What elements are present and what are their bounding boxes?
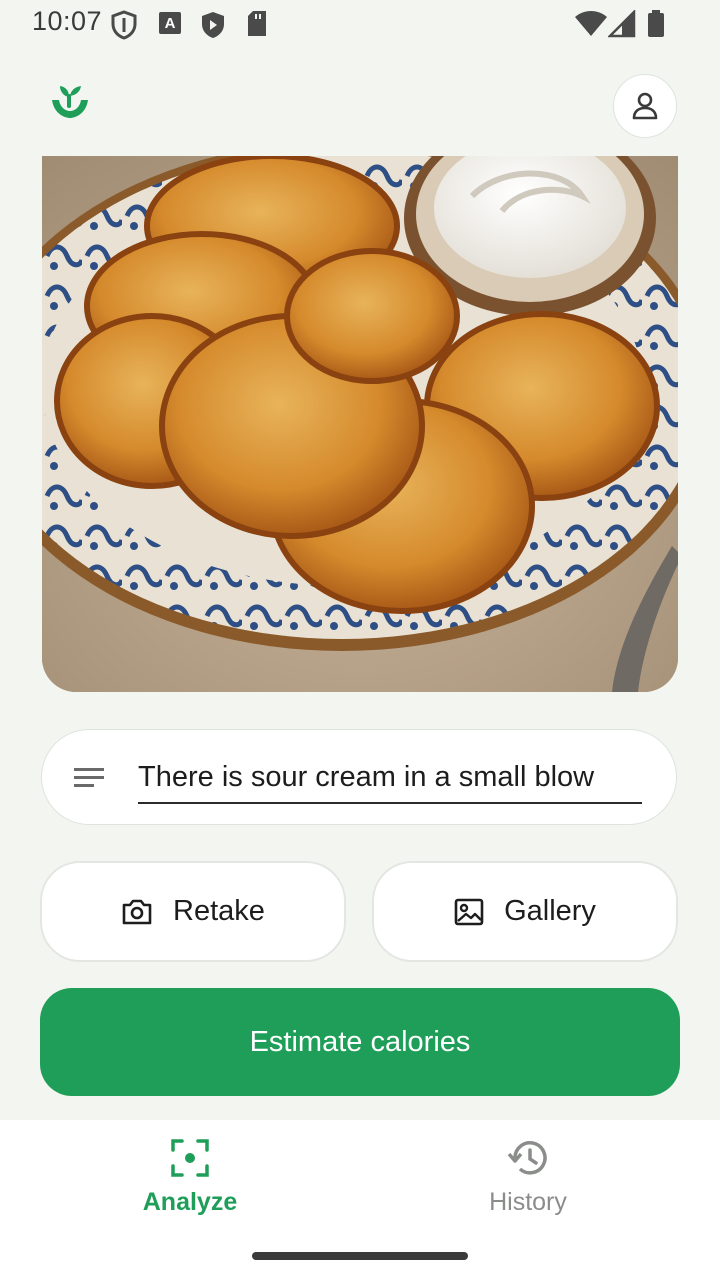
nav-label-analyze: Analyze [142, 1188, 238, 1216]
estimate-calories-button[interactable]: Estimate calories [40, 988, 680, 1096]
prompt-input[interactable]: There is sour cream in a small blow [138, 752, 642, 804]
keyboard-a-status-icon: A [159, 12, 181, 34]
notes-icon [74, 768, 104, 787]
retake-button[interactable]: Retake [40, 861, 346, 962]
person-icon [632, 92, 658, 120]
nav-item-history[interactable]: History [348, 1120, 708, 1230]
gallery-button[interactable]: Gallery [372, 861, 678, 962]
food-photo-image [42, 156, 678, 692]
play-protect-status-icon [202, 12, 224, 38]
estimate-calories-label: Estimate calories [249, 1025, 471, 1058]
scan-icon [171, 1139, 209, 1177]
gallery-label: Gallery [504, 895, 596, 927]
nav-label-history: History [489, 1188, 567, 1216]
home-indicator[interactable] [252, 1252, 468, 1260]
camera-icon [122, 899, 152, 924]
sd-card-status-icon [248, 11, 266, 36]
food-photo [42, 156, 678, 692]
shield-status-icon [111, 10, 137, 40]
image-icon [454, 898, 484, 925]
status-bar: 10:07 A [0, 0, 720, 48]
battery-icon [648, 10, 664, 37]
sprout-logo-icon [52, 86, 88, 118]
prompt-field[interactable]: There is sour cream in a small blow [41, 729, 677, 825]
status-time: 10:07 [32, 6, 103, 36]
profile-button[interactable] [613, 74, 677, 138]
retake-label: Retake [173, 895, 265, 927]
cell-signal-icon [608, 10, 636, 38]
nav-item-analyze[interactable]: Analyze [10, 1120, 370, 1230]
wifi-icon [575, 11, 607, 36]
history-icon [507, 1141, 547, 1175]
svg-text:A: A [165, 15, 176, 32]
